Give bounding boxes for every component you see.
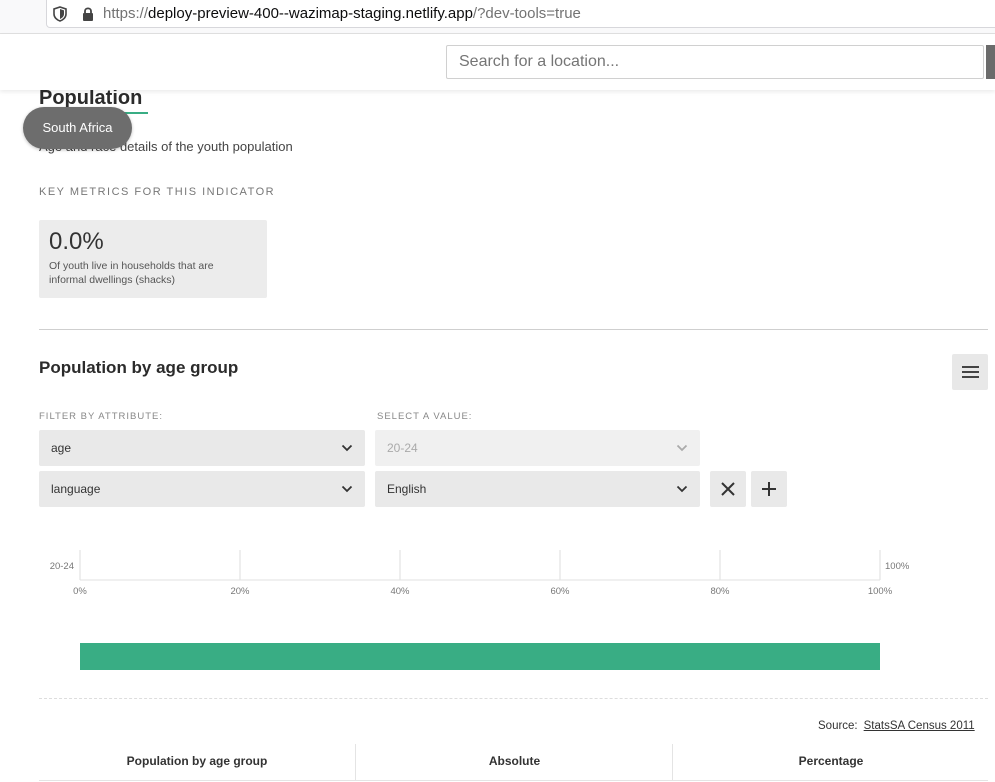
- attribute-select-value: age: [51, 441, 72, 455]
- plus-icon: [762, 482, 776, 496]
- value-select-value: 20-24: [387, 441, 418, 455]
- table-header-cell: Absolute: [355, 744, 673, 780]
- attribute-select-language[interactable]: language: [39, 471, 365, 507]
- close-icon: [721, 482, 735, 496]
- chevron-down-icon: [676, 444, 688, 452]
- data-table-header: Population by age group Absolute Percent…: [39, 744, 988, 781]
- table-header-cell: Percentage: [672, 744, 989, 780]
- value-select-value: English: [387, 482, 427, 496]
- metric-value: 0.0%: [49, 228, 104, 255]
- shield-icon[interactable]: [53, 6, 67, 22]
- url-path: /?dev-tools=true: [472, 5, 581, 22]
- x-tick-label: 80%: [710, 586, 730, 597]
- url-scheme: https://: [103, 5, 149, 22]
- value-select-language[interactable]: English: [375, 471, 700, 507]
- key-metrics-label: KEY METRICS FOR THIS INDICATOR: [39, 186, 276, 198]
- x-tick-label: 0%: [73, 586, 87, 597]
- data-label: 100%: [885, 561, 910, 572]
- data-bar: [80, 560, 880, 572]
- url-host: deploy-preview-400--wazimap-staging.netl…: [148, 5, 473, 22]
- attribute-select-value: language: [51, 482, 101, 496]
- category-label: 20-24: [50, 561, 74, 572]
- remove-filter-button[interactable]: [710, 471, 746, 507]
- metric-description: Of youth live in households that are inf…: [49, 260, 214, 286]
- chevron-down-icon: [341, 485, 353, 493]
- chevron-down-icon: [676, 485, 688, 493]
- age-group-bar-chart: 0% 20% 40% 60% 80% 100% 20-24 100%: [50, 550, 910, 597]
- section-title: Population by age group: [39, 358, 239, 377]
- url-text[interactable]: https://deploy-preview-400--wazimap-stag…: [103, 5, 581, 22]
- lock-icon[interactable]: [81, 6, 95, 22]
- app-header: [0, 34, 995, 90]
- search-button[interactable]: [986, 45, 995, 79]
- chart-menu-button[interactable]: [952, 354, 988, 390]
- x-tick-label: 40%: [390, 586, 410, 597]
- add-filter-button[interactable]: [751, 471, 787, 507]
- x-tick-label: 20%: [230, 586, 250, 597]
- source-line: Source: StatsSA Census 2011: [818, 720, 975, 732]
- browser-toolbar: https://deploy-preview-400--wazimap-stag…: [0, 0, 995, 34]
- chevron-down-icon: [341, 444, 353, 452]
- select-value-label: SELECT A VALUE:: [377, 411, 473, 422]
- x-tick-label: 60%: [550, 586, 570, 597]
- filter-attribute-label: FILTER BY ATTRIBUTE:: [39, 411, 163, 422]
- location-pill[interactable]: South Africa: [23, 107, 132, 149]
- source-label: Source:: [818, 720, 858, 732]
- chart-footer-divider: [39, 698, 988, 699]
- chart-highlight-bar: [80, 643, 880, 670]
- table-header-cell: Population by age group: [126, 754, 268, 768]
- attribute-select-age[interactable]: age: [39, 430, 365, 466]
- metric-card: 0.0% Of youth live in households that ar…: [39, 220, 267, 298]
- value-select-age: 20-24: [375, 430, 700, 466]
- source-link[interactable]: StatsSA Census 2011: [864, 720, 975, 732]
- location-search-input[interactable]: [446, 45, 984, 79]
- x-tick-label: 100%: [868, 586, 893, 597]
- section-divider: [39, 329, 988, 330]
